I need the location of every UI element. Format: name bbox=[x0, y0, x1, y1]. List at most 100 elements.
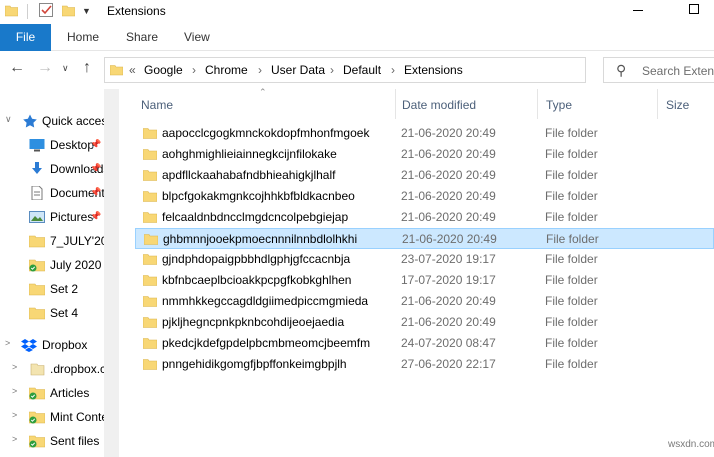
pin-icon[interactable]: 📌 bbox=[90, 211, 101, 222]
sidebar-item-label: July 2020 bbox=[50, 258, 102, 272]
forward-arrow-icon[interactable]: → bbox=[37, 59, 53, 77]
sidebar-item-mint-content[interactable]: > Mint Content bbox=[0, 405, 104, 429]
sidebar-item-set-2[interactable]: Set 2 bbox=[0, 277, 104, 301]
sidebar-item-documents[interactable]: Documents 📌 bbox=[0, 181, 104, 205]
chevron-right-icon[interactable]: > bbox=[12, 410, 17, 420]
file-type: File folder bbox=[545, 126, 598, 140]
chevron-right-icon[interactable]: > bbox=[12, 386, 17, 396]
file-type: File folder bbox=[545, 273, 598, 287]
folder-icon bbox=[143, 212, 157, 223]
tab-view[interactable]: View bbox=[184, 24, 210, 51]
file-name: ghbmnnjooekpmoecnnnilnnbdlolhkhi bbox=[163, 232, 358, 246]
chevron-right-icon[interactable]: > bbox=[12, 362, 17, 372]
sidebar-item-quick-access[interactable]: ∨ Quick access bbox=[0, 109, 104, 133]
table-row[interactable]: ghbmnnjooekpmoecnnnilnnbdlolhkhi 21-06-20… bbox=[135, 228, 714, 249]
sidebar-item-articles[interactable]: > Articles bbox=[0, 381, 104, 405]
table-row[interactable]: kbfnbcaeplbcioakkpcpgfkobkghlhen 17-07-20… bbox=[135, 270, 714, 291]
sidebar-item-desktop[interactable]: Desktop 📌 bbox=[0, 133, 104, 157]
sidebar-item-set-4[interactable]: Set 4 bbox=[0, 301, 104, 325]
breadcrumb-separator[interactable]: › bbox=[192, 63, 196, 77]
folder-icon bbox=[143, 149, 157, 160]
sidebar-item-label: Mint Content bbox=[50, 410, 104, 424]
sidebar-item-label: Desktop bbox=[50, 138, 95, 152]
title-bar: ▼ Extensions bbox=[0, 0, 714, 24]
table-row[interactable]: pnngehidikgomgfjbpffonkeimgbpjlh 27-06-20… bbox=[135, 354, 714, 375]
back-arrow-icon[interactable]: ← bbox=[9, 59, 25, 77]
column-header-type[interactable]: Type bbox=[546, 98, 572, 112]
path-overflow-chevron[interactable]: « bbox=[129, 63, 136, 77]
pin-icon[interactable]: 📌 bbox=[90, 163, 101, 174]
table-row[interactable]: apdfllckaahabafndbhieahigkjlhalf 21-06-20… bbox=[135, 165, 714, 186]
tab-share[interactable]: Share bbox=[126, 24, 158, 51]
folder-synced-icon bbox=[29, 435, 45, 448]
sidebar-item-pictures[interactable]: Pictures 📌 bbox=[0, 205, 104, 229]
table-row[interactable]: pkedcjkdefgpdelpbcmbmeomcjbeemfm 24-07-20… bbox=[135, 333, 714, 354]
sidebar-item-july-2020[interactable]: July 2020 bbox=[0, 253, 104, 277]
table-row[interactable]: pjkljhegncpnkpknbcohdijeoejaedia 21-06-20… bbox=[135, 312, 714, 333]
sidebar-item-downloads[interactable]: Downloads 📌 bbox=[0, 157, 104, 181]
breadcrumb-user-data[interactable]: User Data bbox=[271, 63, 325, 77]
minimize-button[interactable] bbox=[633, 10, 643, 11]
table-row[interactable]: nmmhkkegccagdldgiimedpiccmgmieda 21-06-20… bbox=[135, 291, 714, 312]
breadcrumb-separator[interactable]: › bbox=[330, 63, 334, 77]
file-name: kbfnbcaeplbcioakkpcpgfkobkghlhen bbox=[162, 273, 352, 287]
table-row[interactable]: gjndphdopaigpbbhdlgphjgfccacnbja 23-07-20… bbox=[135, 249, 714, 270]
folder-icon bbox=[5, 5, 18, 17]
folder-icon bbox=[143, 128, 157, 139]
column-divider[interactable] bbox=[395, 89, 396, 119]
search-input[interactable]: ⚲ Search Extensions bbox=[603, 57, 714, 83]
date-modified: 21-06-2020 20:49 bbox=[401, 189, 496, 203]
chevron-right-icon[interactable]: > bbox=[5, 338, 10, 348]
download-icon bbox=[32, 162, 42, 174]
file-type: File folder bbox=[546, 232, 599, 246]
folder-icon bbox=[143, 254, 157, 265]
recent-locations-dropdown-icon[interactable]: ∨ bbox=[62, 63, 69, 74]
new-folder-icon[interactable] bbox=[62, 4, 75, 17]
address-bar[interactable]: « Google › Chrome › User Data › Default … bbox=[104, 57, 686, 83]
column-header-name[interactable]: Name bbox=[141, 98, 173, 112]
table-row[interactable]: felcaaldnbdncclmgdcncolpebgiejap 21-06-20… bbox=[135, 207, 714, 228]
sidebar-scrollbar[interactable] bbox=[104, 89, 119, 457]
tab-file[interactable]: File bbox=[0, 24, 51, 51]
properties-icon[interactable] bbox=[38, 2, 54, 18]
column-divider[interactable] bbox=[537, 89, 538, 119]
chevron-right-icon[interactable]: > bbox=[12, 434, 17, 444]
date-modified: 21-06-2020 20:49 bbox=[401, 315, 496, 329]
column-headers: ⌃ Name Date modified Type Size bbox=[119, 87, 714, 119]
file-name: pkedcjkdefgpdelpbcmbmeomcjbeemfm bbox=[162, 336, 371, 350]
table-row[interactable]: blpcfgokakmgnkcojhhkbfbldkacnbeo 21-06-20… bbox=[135, 186, 714, 207]
file-name: apdfllckaahabafndbhieahigkjlhalf bbox=[162, 168, 336, 182]
file-type: File folder bbox=[545, 315, 598, 329]
column-divider[interactable] bbox=[657, 89, 658, 119]
breadcrumb-extensions[interactable]: Extensions bbox=[404, 63, 463, 77]
file-name: aapocclcgogkmnckokdopfmhonfmgoek bbox=[162, 126, 370, 140]
sidebar-item-label: Dropbox bbox=[42, 338, 88, 352]
pin-icon[interactable]: 📌 bbox=[90, 139, 101, 150]
folder-synced-icon bbox=[29, 387, 45, 400]
up-arrow-icon[interactable]: ↑ bbox=[83, 59, 91, 77]
breadcrumb-default[interactable]: Default bbox=[343, 63, 381, 77]
sidebar-item-7-july-20[interactable]: 7_JULY'20 bbox=[0, 229, 104, 253]
tab-home[interactable]: Home bbox=[67, 24, 99, 51]
date-modified: 24-07-2020 08:47 bbox=[401, 336, 496, 350]
pin-icon[interactable]: 📌 bbox=[90, 187, 101, 198]
chevron-down-icon[interactable]: ∨ bbox=[5, 114, 12, 125]
picture-icon bbox=[29, 211, 45, 223]
sidebar-item-sent-files[interactable]: > Sent files bbox=[0, 429, 104, 453]
maximize-button[interactable] bbox=[689, 4, 699, 14]
table-row[interactable]: aohghmighlieiainnegkcijnfilokake 21-06-20… bbox=[135, 144, 714, 165]
date-modified: 17-07-2020 19:17 bbox=[401, 273, 496, 287]
folder-icon bbox=[143, 317, 157, 328]
sidebar-item-dropbox[interactable]: > Dropbox bbox=[0, 333, 104, 357]
column-header-size[interactable]: Size bbox=[666, 98, 689, 112]
sidebar-item-dropbox-cache[interactable]: > .dropbox.cache bbox=[0, 357, 104, 381]
quick-access-toolbar-dropdown[interactable]: ▼ bbox=[82, 6, 91, 16]
breadcrumb-separator[interactable]: › bbox=[258, 63, 262, 77]
column-header-date-modified[interactable]: Date modified bbox=[402, 98, 476, 112]
file-name: blpcfgokakmgnkcojhhkbfbldkacnbeo bbox=[162, 189, 355, 203]
date-modified: 27-06-2020 22:17 bbox=[401, 357, 496, 371]
breadcrumb-separator[interactable]: › bbox=[391, 63, 395, 77]
breadcrumb-chrome[interactable]: Chrome bbox=[205, 63, 248, 77]
table-row[interactable]: aapocclcgogkmnckokdopfmhonfmgoek 21-06-20… bbox=[135, 123, 714, 144]
breadcrumb-google[interactable]: Google bbox=[144, 63, 183, 77]
